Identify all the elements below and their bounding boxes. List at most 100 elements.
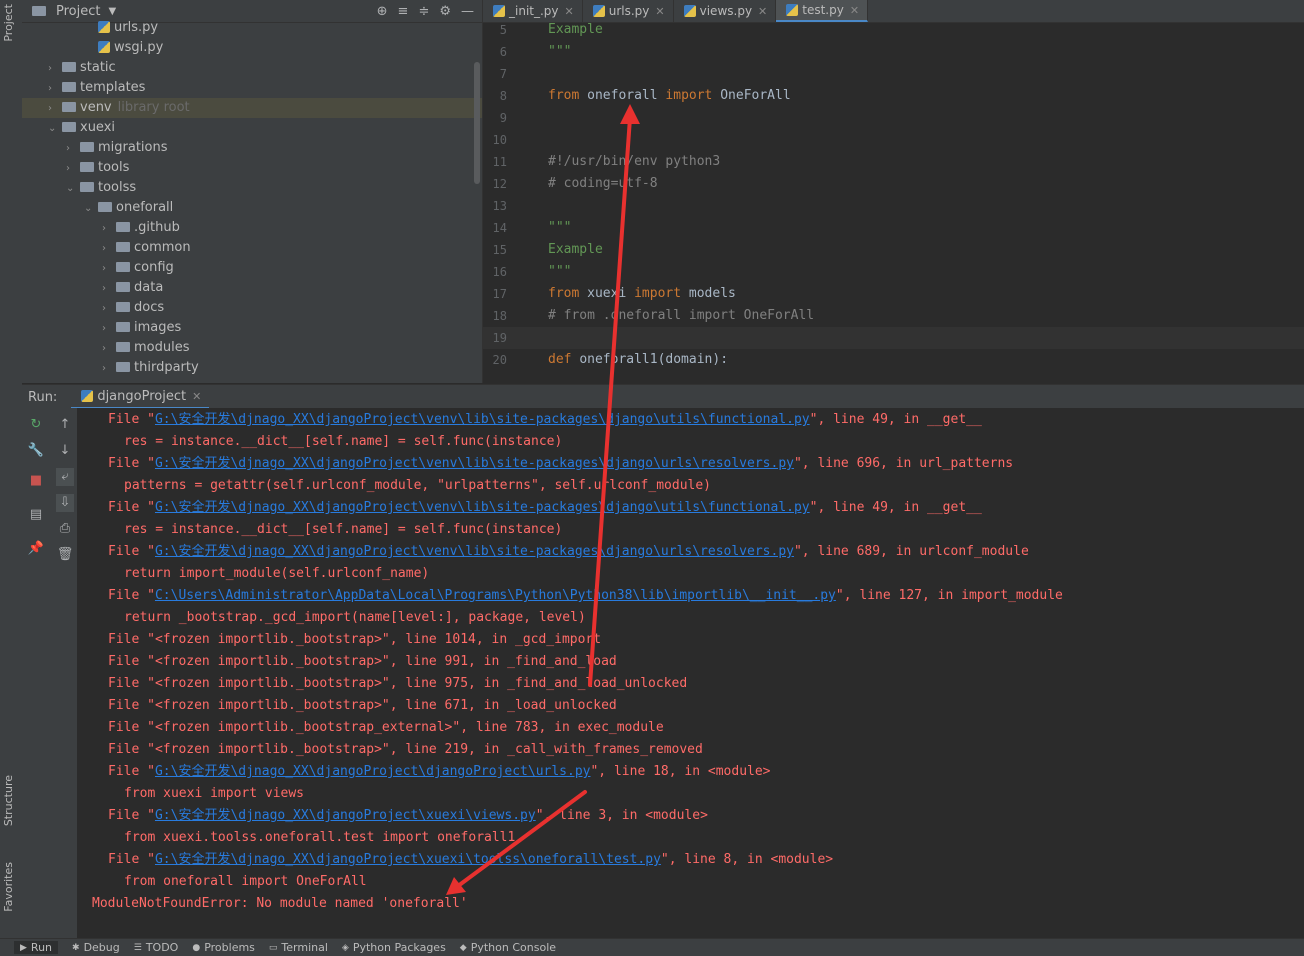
chevron-right-icon[interactable]: › [102, 359, 114, 379]
chevron-down-icon[interactable]: ▼ [108, 6, 116, 17]
code-token: #!/usr/bin/env python3 [548, 154, 721, 169]
arrow-up-icon[interactable]: ↑ [56, 416, 74, 434]
scroll-to-end-icon[interactable]: ⇩ [56, 494, 74, 512]
tree-item[interactable]: › templates [22, 78, 482, 98]
tree-item[interactable]: wsgi.py [22, 38, 482, 58]
file-link[interactable]: G:\安全开发\djnago_XX\djangoProject\venv\lib… [155, 500, 810, 515]
chevron-right-icon[interactable]: › [102, 219, 114, 239]
file-link[interactable]: G:\安全开发\djnago_XX\djangoProject\xuexi\vi… [155, 808, 536, 823]
tree-item[interactable]: › migrations [22, 138, 482, 158]
locate-icon[interactable]: ⊕ [377, 4, 388, 19]
project-tool-tab[interactable]: Project [2, 4, 15, 42]
bottom-tab-problems[interactable]: ● Problems [192, 941, 255, 954]
chevron-right-icon[interactable]: › [102, 239, 114, 259]
tree-item[interactable]: › thirdparty [22, 358, 482, 378]
trash-icon[interactable]: 🗑 [56, 546, 74, 564]
bottom-tab-terminal[interactable]: ▭ Terminal [269, 941, 328, 954]
chevron-right-icon[interactable]: › [48, 79, 60, 99]
code-text: """ [548, 217, 571, 239]
chevron-down-icon[interactable]: ⌄ [84, 199, 96, 219]
console-line: File "<frozen importlib._bootstrap>", li… [108, 629, 601, 651]
file-link[interactable]: G:\安全开发\djnago_XX\djangoProject\djangoPr… [155, 764, 591, 779]
chevron-right-icon[interactable]: › [102, 319, 114, 339]
file-link[interactable]: G:\安全开发\djnago_XX\djangoProject\xuexi\to… [155, 852, 661, 867]
chevron-right-icon[interactable]: › [102, 339, 114, 359]
soft-wrap-icon[interactable]: ⤶ [56, 468, 74, 486]
run-console-output[interactable]: File " G:\安全开发\djnago_XX\djangoProject\ve… [77, 408, 1304, 938]
play-icon: ▶ [20, 942, 27, 953]
gear-icon[interactable]: ⚙ [439, 4, 451, 19]
tree-item[interactable]: › common [22, 238, 482, 258]
folder-icon [62, 122, 76, 132]
layout-icon[interactable]: ▤ [27, 506, 45, 524]
bottom-tab-python-packages[interactable]: ◈ Python Packages [342, 941, 446, 954]
tree-item[interactable]: ⌄ toolss [22, 178, 482, 198]
bottom-tab-run[interactable]: ▶ Run [14, 941, 59, 954]
code-editor: _init_.py ✕ urls.py ✕ views.py ✕ test.py ✕ 5 Exa… [482, 0, 1304, 383]
close-icon[interactable]: ✕ [565, 5, 574, 18]
arrow-down-icon[interactable]: ↓ [56, 442, 74, 460]
close-icon[interactable]: ✕ [655, 5, 664, 18]
console-text: res = instance.__dict__[self.name] = sel… [124, 434, 563, 449]
close-icon[interactable]: ✕ [850, 4, 859, 17]
chevron-down-icon[interactable]: ⌄ [48, 119, 60, 139]
tree-item[interactable]: urls.py [22, 18, 482, 38]
bottom-tab-python-console[interactable]: ◆ Python Console [460, 941, 556, 954]
stop-icon[interactable]: ■ [27, 472, 45, 490]
tree-item[interactable]: › static [22, 58, 482, 78]
tree-item[interactable]: › data [22, 278, 482, 298]
tree-item[interactable]: › images [22, 318, 482, 338]
tree-item[interactable]: › tools [22, 158, 482, 178]
file-link[interactable]: G:\安全开发\djnago_XX\djangoProject\venv\lib… [155, 412, 810, 427]
project-panel-title[interactable]: Project [56, 4, 100, 19]
tree-item[interactable]: › venv library root [22, 98, 482, 118]
close-icon[interactable]: ✕ [192, 390, 201, 403]
tree-item[interactable]: › config [22, 258, 482, 278]
console-text: File " [108, 852, 155, 867]
structure-tool-tab[interactable]: Structure [2, 775, 15, 826]
project-scrollbar[interactable] [474, 62, 480, 184]
wrench-icon[interactable]: 🔧 [27, 442, 45, 460]
file-link[interactable]: G:\安全开发\djnago_XX\djangoProject\venv\lib… [155, 544, 794, 559]
tree-item[interactable]: › modules [22, 338, 482, 358]
code-token: """ [548, 44, 572, 59]
tree-item-label: tools [98, 160, 130, 175]
run-config-tab[interactable]: djangoProject ✕ [71, 385, 210, 409]
code-line: 8 from oneforall import OneForAll [483, 85, 1304, 107]
bottom-tab-label: Debug [83, 941, 120, 954]
rerun-icon[interactable]: ↻ [27, 416, 45, 434]
line-number: 7 [499, 67, 507, 81]
tree-item-label: templates [80, 80, 146, 95]
code-line: 7 [483, 63, 1304, 85]
collapse-all-icon[interactable]: ≑ [418, 4, 429, 19]
tree-item[interactable]: › docs [22, 298, 482, 318]
console-line: patterns = getattr(self.urlconf_module, … [124, 475, 711, 497]
code-line: 16 """ [483, 261, 1304, 283]
code-token: oneforall [587, 88, 666, 103]
expand-all-icon[interactable]: ≡ [398, 4, 409, 19]
pin-icon[interactable]: 📌 [27, 540, 45, 558]
file-link[interactable]: C:\Users\Administrator\AppData\Local\Pro… [155, 588, 836, 603]
tree-item[interactable]: ⌄ xuexi [22, 118, 482, 138]
chevron-right-icon[interactable]: › [48, 59, 60, 79]
tree-item[interactable]: › .github [22, 218, 482, 238]
chevron-right-icon[interactable]: › [102, 259, 114, 279]
minimize-icon[interactable]: — [461, 4, 474, 19]
favorites-tool-tab[interactable]: Favorites [2, 862, 15, 912]
close-icon[interactable]: ✕ [758, 5, 767, 18]
print-icon[interactable]: ⎙ [56, 520, 74, 538]
chevron-right-icon[interactable]: › [102, 279, 114, 299]
bottom-tab-debug[interactable]: ✱ Debug [72, 941, 120, 954]
chevron-down-icon[interactable]: ⌄ [66, 179, 78, 199]
chevron-right-icon[interactable]: › [102, 299, 114, 319]
tree-item[interactable]: ⌄ oneforall [22, 198, 482, 218]
tree-item-hint: library root [117, 100, 190, 115]
line-number: 5 [499, 23, 507, 37]
bottom-tab-todo[interactable]: ☰ TODO [134, 941, 179, 954]
file-link[interactable]: G:\安全开发\djnago_XX\djangoProject\venv\lib… [155, 456, 794, 471]
chevron-right-icon[interactable]: › [48, 99, 60, 119]
code-text: Example [548, 239, 603, 261]
code-token: models [688, 286, 736, 301]
chevron-right-icon[interactable]: › [66, 159, 78, 179]
chevron-right-icon[interactable]: › [66, 139, 78, 159]
